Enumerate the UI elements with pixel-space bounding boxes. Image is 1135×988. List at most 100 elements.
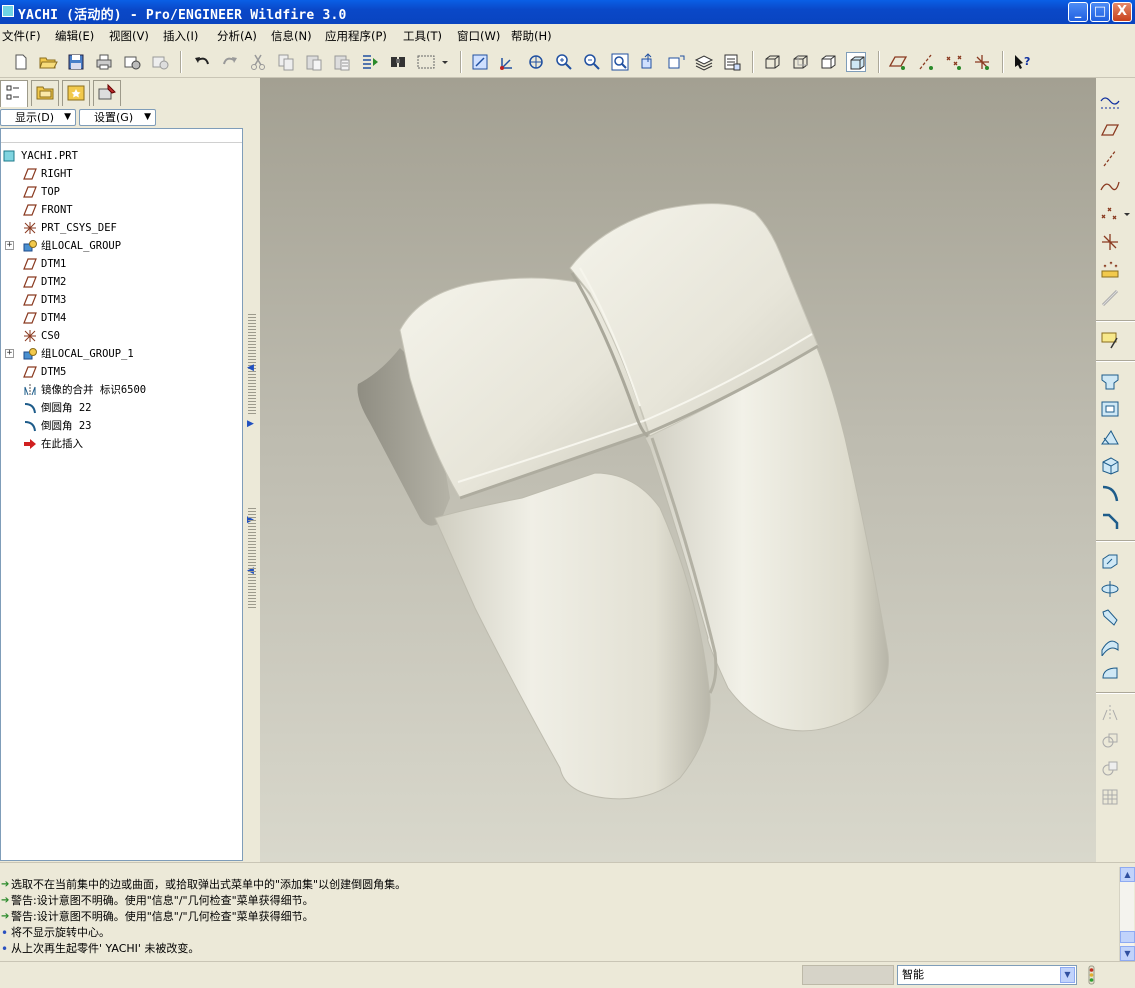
chain-tool-icon[interactable] — [1099, 287, 1121, 309]
minimize-button[interactable]: _ — [1068, 2, 1088, 22]
paste-icon[interactable] — [304, 52, 324, 72]
expand-right-icon[interactable]: ▶ — [247, 419, 254, 429]
coordinate-systems-icon[interactable] — [972, 52, 992, 72]
show-dropdown[interactable]: 显示(D) ▼ — [0, 109, 76, 126]
model-tree-item[interactable]: 倒圆角 22 — [23, 399, 242, 417]
model-tree-item[interactable]: YACHI.PRT — [3, 147, 242, 165]
open-file-icon[interactable] — [38, 52, 58, 72]
draft-tool-icon[interactable] — [1099, 426, 1121, 448]
datum-csys-tool-icon[interactable] — [1099, 231, 1121, 253]
model-tree-item[interactable]: + 组LOCAL_GROUP — [5, 237, 242, 255]
trim-tool-icon[interactable] — [1099, 758, 1121, 780]
tab-connections[interactable] — [93, 80, 121, 106]
model-tree-item[interactable]: CS0 — [23, 327, 242, 345]
print-icon[interactable] — [94, 52, 114, 72]
layers-icon[interactable] — [694, 52, 714, 72]
model-tree-item[interactable]: 倒圆角 23 — [23, 417, 242, 435]
selection-filter[interactable]: 智能 ▼ — [897, 965, 1077, 985]
undo-icon[interactable] — [192, 52, 212, 72]
datum-points-icon[interactable] — [944, 52, 964, 72]
datum-curve-tool-icon[interactable] — [1099, 175, 1121, 197]
tooth-model[interactable] — [260, 78, 1096, 862]
email-icon[interactable] — [122, 52, 142, 72]
chevron-down-icon[interactable]: ▼ — [1060, 967, 1075, 983]
copy-icon[interactable] — [276, 52, 296, 72]
tab-folder-browser[interactable] — [31, 80, 59, 106]
context-help-icon[interactable]: ? — [1012, 52, 1032, 72]
graphics-window[interactable] — [260, 78, 1096, 862]
menu-window[interactable]: 窗口(W) — [457, 28, 500, 44]
model-tree-item[interactable]: 镜像的合并 标识6500 — [23, 381, 242, 399]
shell-tool-icon[interactable] — [1099, 454, 1121, 476]
cut-icon[interactable] — [248, 52, 268, 72]
pattern-tool-icon[interactable] — [1099, 786, 1121, 808]
message-scrollbar[interactable]: ▲ ▼ — [1119, 867, 1135, 961]
sweep-tool-icon[interactable] — [1099, 606, 1121, 628]
title-bar[interactable]: YACHI (活动的) - Pro/ENGINEER Wildfire 3.0 … — [0, 0, 1135, 24]
model-tree-item[interactable]: RIGHT — [23, 165, 242, 183]
collapse-left-icon[interactable]: ◀ — [247, 363, 254, 373]
view-manager-icon[interactable] — [722, 52, 742, 72]
close-button[interactable]: X — [1112, 2, 1132, 22]
save-icon[interactable] — [66, 52, 86, 72]
revolve-tool-icon[interactable] — [1099, 398, 1121, 420]
no-hidden-icon[interactable] — [818, 52, 838, 72]
menu-analysis[interactable]: 分析(A) — [217, 28, 257, 44]
tab-favorites[interactable] — [62, 80, 90, 106]
datum-plane-tool-icon[interactable] — [1099, 119, 1121, 141]
spin-center-icon[interactable] — [498, 52, 518, 72]
datum-point-tool-icon[interactable] — [1099, 203, 1121, 225]
model-tree-item[interactable]: 在此插入 — [23, 435, 242, 453]
model-tree-item[interactable]: + 组LOCAL_GROUP_1 — [5, 345, 242, 363]
refit-icon[interactable] — [610, 52, 630, 72]
menu-help[interactable]: 帮助(H) — [511, 28, 552, 44]
model-tree-item[interactable]: TOP — [23, 183, 242, 201]
datum-axes-icon[interactable] — [916, 52, 936, 72]
chevron-down-icon[interactable] — [440, 52, 450, 72]
model-tree-item[interactable]: DTM5 — [23, 363, 242, 381]
merge-tool-icon[interactable] — [1099, 730, 1121, 752]
menu-view[interactable]: 视图(V) — [109, 28, 149, 44]
surface-tool-icon[interactable] — [1099, 662, 1121, 684]
select-box-icon[interactable] — [416, 52, 436, 72]
new-file-icon[interactable] — [11, 52, 31, 72]
datum-axis-tool-icon[interactable] — [1099, 147, 1121, 169]
scroll-down-arrow[interactable]: ▼ — [1120, 946, 1135, 961]
datum-planes-icon[interactable] — [888, 52, 908, 72]
expand-toggle-icon[interactable]: + — [5, 349, 14, 358]
zoom-in-icon[interactable] — [554, 52, 574, 72]
model-tree-item[interactable]: DTM1 — [23, 255, 242, 273]
find-icon[interactable] — [388, 52, 408, 72]
saved-views-icon[interactable] — [666, 52, 686, 72]
menu-tools[interactable]: 工具(T) — [403, 28, 442, 44]
maximize-button[interactable]: □ — [1090, 2, 1110, 22]
model-tree-item[interactable]: DTM3 — [23, 291, 242, 309]
panel-sash[interactable]: ◀ ▶ ▶ ◀ — [244, 78, 260, 862]
mirror-tool-icon[interactable] — [1099, 702, 1121, 724]
rib-tool-icon[interactable] — [1099, 550, 1121, 572]
sash-grip[interactable] — [248, 508, 256, 608]
menu-file[interactable]: 文件(F) — [2, 28, 41, 44]
model-tree-item[interactable]: DTM2 — [23, 273, 242, 291]
round-tool-icon[interactable] — [1099, 482, 1121, 504]
orient-icon[interactable] — [526, 52, 546, 72]
shading-icon[interactable] — [846, 52, 866, 72]
regenerate-icon[interactable] — [360, 52, 380, 72]
chamfer-tool-icon[interactable] — [1099, 510, 1121, 532]
style-sketch-icon[interactable] — [1099, 91, 1121, 113]
model-tree-item[interactable]: FRONT — [23, 201, 242, 219]
email-link-icon[interactable] — [150, 52, 170, 72]
analysis-feature-icon[interactable] — [1099, 259, 1121, 281]
tab-model-tree[interactable] — [0, 80, 28, 107]
chevron-down-icon[interactable] — [1122, 203, 1132, 225]
expand-toggle-icon[interactable]: + — [5, 241, 14, 250]
settings-dropdown[interactable]: 设置(G) ▼ — [79, 109, 156, 126]
repaint-icon[interactable] — [470, 52, 490, 72]
sketch-tool-icon[interactable] — [1099, 328, 1121, 350]
zoom-out-icon[interactable] — [582, 52, 602, 72]
wireframe-icon[interactable] — [762, 52, 782, 72]
hidden-line-icon[interactable] — [790, 52, 810, 72]
hole-tool-icon[interactable] — [1099, 578, 1121, 600]
scroll-thumb[interactable] — [1120, 931, 1135, 943]
menu-edit[interactable]: 编辑(E) — [55, 28, 94, 44]
